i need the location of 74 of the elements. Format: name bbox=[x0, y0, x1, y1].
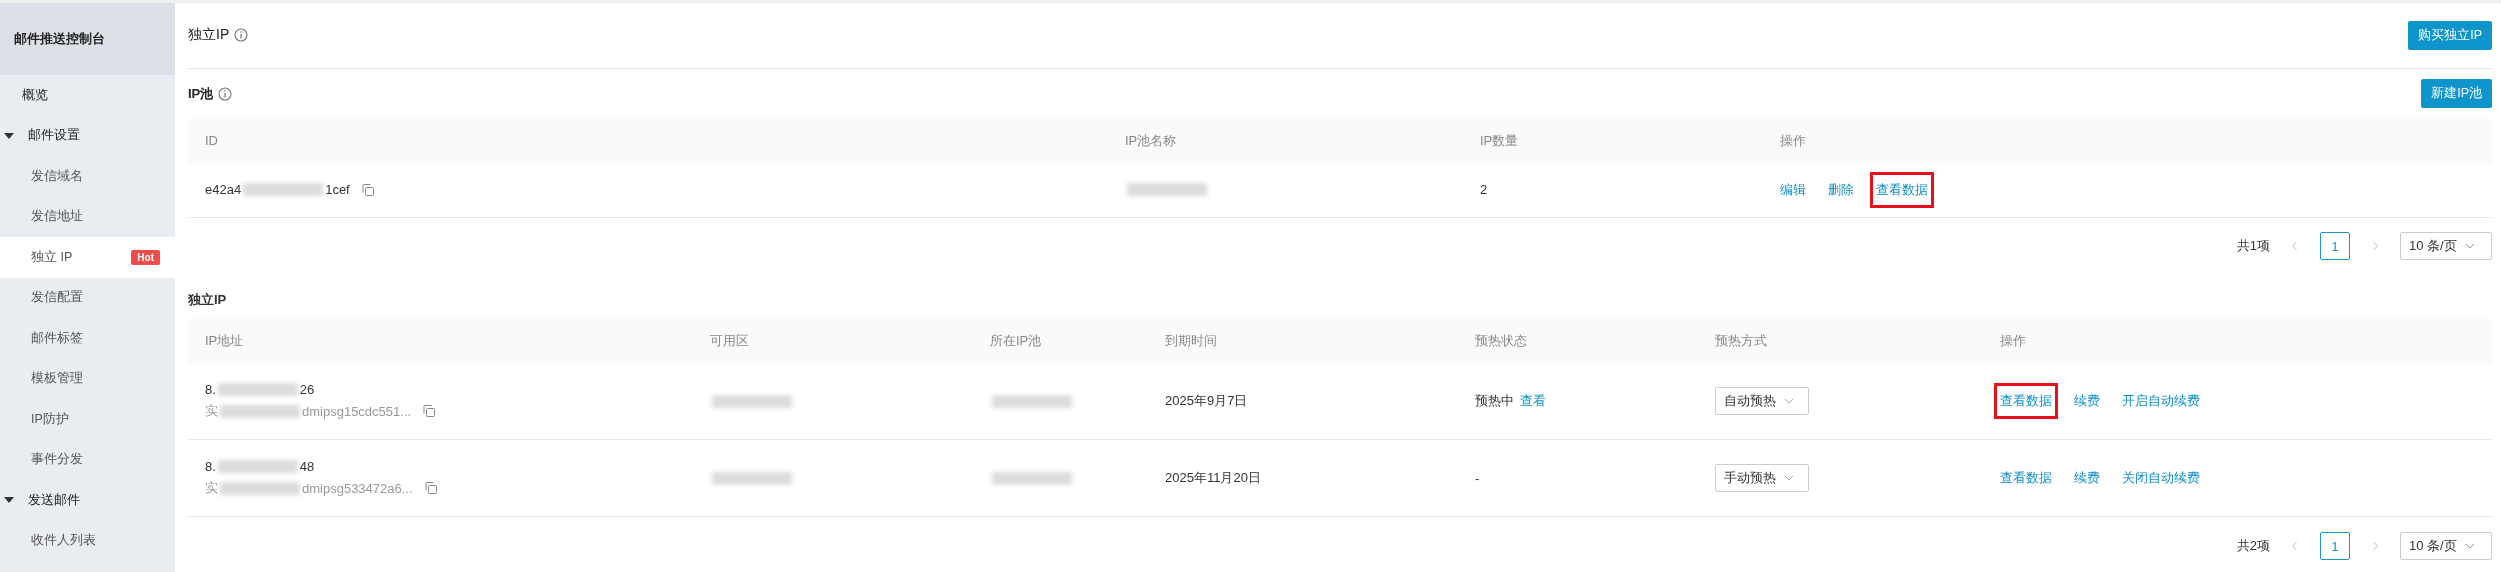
sidebar-item[interactable]: 独立 IP Hot bbox=[0, 237, 175, 278]
copy-icon[interactable] bbox=[361, 183, 374, 196]
cell-text: 1cef bbox=[325, 182, 350, 198]
column-header: 预热状态 bbox=[1474, 332, 1528, 351]
console-title: 邮件推送控制台 bbox=[0, 3, 175, 75]
action-link[interactable]: 编辑 bbox=[1774, 171, 1812, 208]
sidebar-item[interactable]: 事件分发 bbox=[0, 439, 175, 480]
status-text: 预热中 bbox=[1475, 392, 1514, 411]
action-link[interactable]: 查看数据 bbox=[1994, 460, 2058, 497]
sidebar-item[interactable]: 模板管理 bbox=[0, 358, 175, 399]
page-size-select[interactable]: 10 条/页 bbox=[2400, 532, 2492, 561]
prev-icon[interactable] bbox=[2290, 541, 2300, 552]
column-header: IP数量 bbox=[1479, 131, 1520, 150]
action-link[interactable]: 删除 bbox=[1822, 171, 1860, 208]
column-header: 到期时间 bbox=[1164, 332, 1218, 351]
group-label: 发送邮件 bbox=[28, 491, 80, 509]
copy-icon[interactable] bbox=[423, 405, 436, 418]
cell-text: 48 bbox=[299, 459, 315, 475]
table-cell-text: 2 bbox=[1479, 182, 1489, 198]
column-header: ID bbox=[204, 133, 219, 149]
column-header: 可用区 bbox=[709, 332, 750, 351]
sidebar-item[interactable]: 发信地址 bbox=[0, 196, 175, 237]
next-icon[interactable] bbox=[2370, 241, 2380, 252]
create-pool-button[interactable]: 新建IP池 bbox=[2421, 79, 2492, 109]
copy-icon[interactable] bbox=[424, 482, 437, 495]
preheat-select[interactable]: 手动预热 bbox=[1715, 464, 1809, 493]
preheat-select[interactable]: 自动预热 bbox=[1715, 387, 1809, 416]
total-count: 共2项 bbox=[2236, 537, 2270, 556]
action-link[interactable]: 续费 bbox=[2068, 383, 2106, 420]
sidebar-group[interactable]: 邮件设置 bbox=[0, 115, 175, 156]
hot-badge: Hot bbox=[131, 249, 160, 265]
next-icon[interactable] bbox=[2370, 541, 2380, 552]
buy-button[interactable]: 购买独立IP bbox=[2408, 20, 2492, 50]
column-header: 所在IP池 bbox=[989, 332, 1043, 351]
sidebar-item[interactable]: 发信域名 bbox=[0, 156, 175, 197]
sidebar-item[interactable]: 邮件标签 bbox=[0, 318, 175, 359]
info-icon bbox=[218, 86, 233, 101]
sidebar-item[interactable]: 发信配置 bbox=[0, 277, 175, 318]
sidebar-item[interactable]: 概览 bbox=[0, 75, 175, 116]
status-text: - bbox=[1475, 470, 1480, 486]
info-icon bbox=[234, 28, 249, 43]
cell-text: 实 bbox=[205, 402, 218, 421]
column-header: 操作 bbox=[1999, 332, 2027, 351]
group-label: 邮件设置 bbox=[28, 127, 80, 145]
column-header: 操作 bbox=[1779, 131, 1807, 150]
action-link[interactable]: 关闭自动续费 bbox=[2116, 460, 2206, 497]
cell-text: dmipsg15cdc551... bbox=[302, 403, 412, 419]
column-header: 预热方式 bbox=[1714, 332, 1768, 351]
total-count: 共1项 bbox=[2236, 237, 2270, 256]
action-link[interactable]: 续费 bbox=[2068, 460, 2106, 497]
table-cell-text: 2025年9月7日 bbox=[1164, 392, 1249, 411]
section-title: IP池 bbox=[188, 84, 214, 103]
prev-icon[interactable] bbox=[2290, 241, 2300, 252]
cell-text: 8. bbox=[205, 459, 216, 475]
action-link[interactable]: 查看数据 bbox=[1870, 171, 1934, 208]
column-header: IP池名称 bbox=[1124, 131, 1178, 150]
page-size-select[interactable]: 10 条/页 bbox=[2400, 232, 2492, 261]
caret-icon bbox=[4, 496, 14, 505]
sidebar-group[interactable]: 发送邮件 bbox=[0, 480, 175, 521]
caret-icon bbox=[4, 131, 14, 140]
table-cell-text: 2025年11月20日 bbox=[1164, 469, 1262, 488]
column-header: IP地址 bbox=[204, 332, 245, 351]
cell-text: e42a4 bbox=[205, 182, 242, 198]
action-link[interactable]: 查看数据 bbox=[1994, 383, 2058, 420]
action-link[interactable]: 开启自动续费 bbox=[2116, 383, 2206, 420]
view-link[interactable]: 查看 bbox=[1520, 392, 1546, 411]
cell-text: dmipsg533472a6... bbox=[302, 480, 413, 496]
cell-text: 实 bbox=[205, 479, 218, 498]
page-title: 独立IP bbox=[188, 26, 230, 45]
section-title: 独立IP bbox=[188, 291, 227, 310]
cell-text: 8. bbox=[205, 382, 216, 398]
cell-text: 26 bbox=[299, 382, 315, 398]
sidebar-item[interactable]: IP防护 bbox=[0, 399, 175, 440]
sidebar-item[interactable]: 收件人列表 bbox=[0, 520, 175, 561]
